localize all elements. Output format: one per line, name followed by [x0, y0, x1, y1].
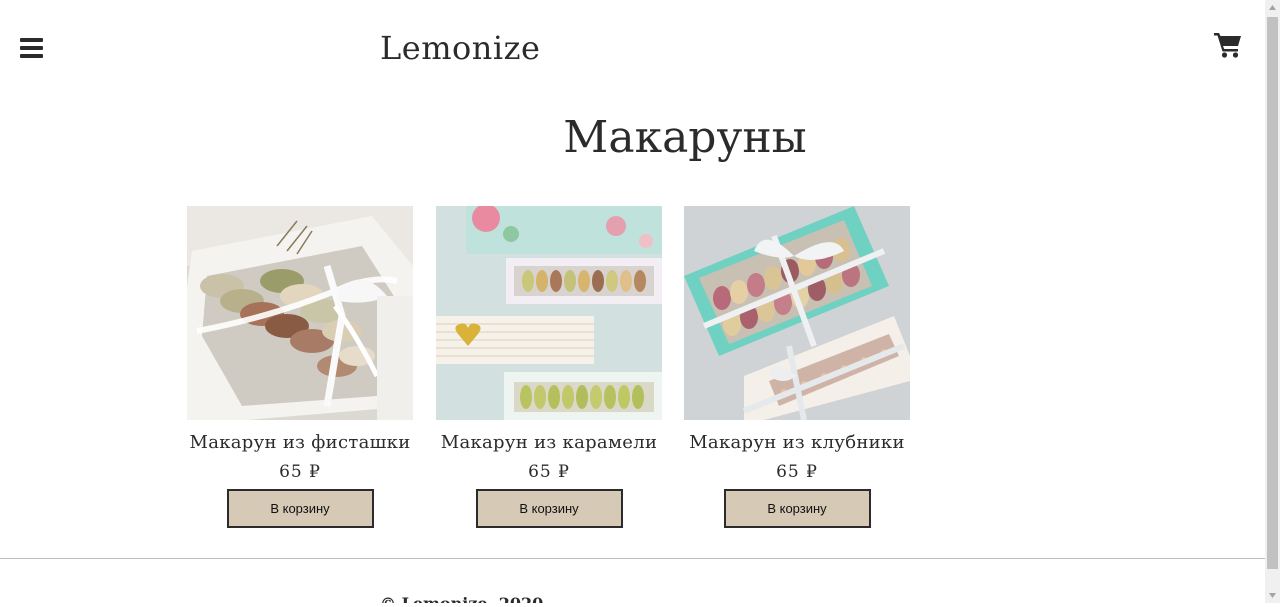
page-title: Макаруны	[563, 112, 807, 163]
scroll-down-arrow-icon[interactable]	[1265, 588, 1280, 603]
scrollbar-thumb[interactable]	[1267, 17, 1278, 569]
product-card: Макарун из карамели 65 ₽ В корзину	[436, 206, 662, 528]
scroll-up-arrow-icon[interactable]	[1265, 0, 1280, 15]
hamburger-menu-icon[interactable]	[20, 38, 43, 58]
add-to-cart-button[interactable]: В корзину	[475, 489, 623, 528]
product-card: Макарун из фисташки 65 ₽ В корзину	[187, 206, 413, 528]
product-image[interactable]	[684, 206, 910, 420]
shopping-cart-icon[interactable]	[1213, 31, 1243, 59]
product-price: 65 ₽	[528, 462, 570, 482]
footer-divider	[0, 558, 1265, 559]
product-card: Макарун из клубники 65 ₽ В корзину	[684, 206, 910, 528]
product-image[interactable]	[187, 206, 413, 420]
add-to-cart-button[interactable]: В корзину	[226, 489, 374, 528]
product-image[interactable]	[436, 206, 662, 420]
product-name[interactable]: Макарун из карамели	[436, 432, 662, 453]
footer-copyright: © Lemonize, 2020	[380, 594, 543, 603]
product-price: 65 ₽	[279, 462, 321, 482]
product-price: 65 ₽	[776, 462, 818, 482]
page: Lemonize Макаруны Макарун из фисташки 65…	[0, 0, 1265, 603]
vertical-scrollbar[interactable]	[1265, 0, 1280, 603]
product-name[interactable]: Макарун из клубники	[684, 432, 910, 453]
product-name[interactable]: Макарун из фисташки	[187, 432, 413, 453]
add-to-cart-button[interactable]: В корзину	[723, 489, 871, 528]
site-logo[interactable]: Lemonize	[380, 29, 540, 67]
